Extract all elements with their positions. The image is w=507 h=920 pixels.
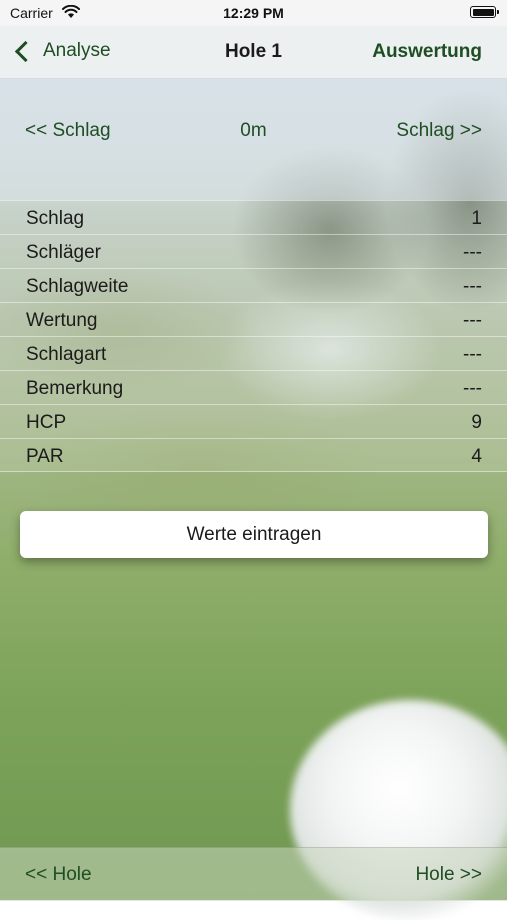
next-shot-button[interactable]: Schlag >> [396,120,482,142]
row-value: 1 [471,208,482,229]
row-label: Schlagart [26,344,107,365]
row-value: --- [463,276,482,297]
detail-row-schlag: Schlag 1 [0,200,507,234]
detail-row-bemerkung: Bemerkung --- [0,370,507,404]
row-value: 4 [471,446,482,467]
detail-row-schlagart: Schlagart --- [0,336,507,370]
row-label: Schläger [26,242,101,263]
bottom-toolbar: << Hole Hole >> [0,847,507,901]
row-value: --- [463,242,482,263]
navigation-bar: Analyse Hole 1 Auswertung [0,26,507,79]
previous-hole-button[interactable]: << Hole [25,864,92,886]
next-hole-button[interactable]: Hole >> [415,864,482,886]
row-value: --- [463,310,482,331]
clock: 12:29 PM [223,5,284,21]
detail-row-schlagweite: Schlagweite --- [0,268,507,302]
row-label: Wertung [26,310,98,331]
row-label: Schlag [26,208,85,229]
status-bar: Carrier 12:29 PM [0,0,507,26]
battery-icon [470,6,499,18]
enter-values-button[interactable]: Werte eintragen [20,511,488,558]
row-label: HCP [26,412,67,433]
row-value: 9 [471,412,482,433]
detail-row-hcp: HCP 9 [0,404,507,438]
row-value: --- [463,378,482,399]
row-label: Schlagweite [26,276,129,297]
detail-row-schlaeger: Schläger --- [0,234,507,268]
row-label: PAR [26,446,64,467]
shot-detail-table: Schlag 1 Schläger --- Schlagweite --- We… [0,200,507,472]
row-value: --- [463,344,482,365]
evaluation-button[interactable]: Auswertung [372,41,482,63]
detail-row-par: PAR 4 [0,438,507,472]
shot-navigation: << Schlag 0m Schlag >> [0,78,507,200]
row-label: Bemerkung [26,378,124,399]
detail-row-wertung: Wertung --- [0,302,507,336]
